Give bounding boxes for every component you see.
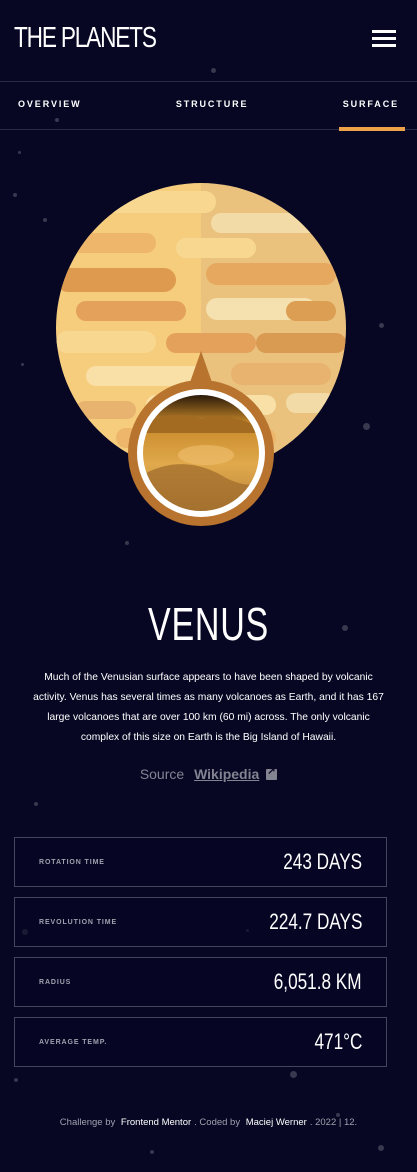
tab-structure[interactable]: STRUCTURE bbox=[176, 82, 249, 130]
stat-revolution-time: REVOLUTION TIME 224.7 DAYS bbox=[14, 897, 387, 947]
source-line: Source Wikipedia bbox=[0, 766, 417, 782]
stat-label: REVOLUTION TIME bbox=[39, 918, 118, 926]
stat-label: AVERAGE TEMP. bbox=[39, 1038, 108, 1046]
venus-planet-image bbox=[56, 183, 346, 526]
footer-prefix: Challenge by bbox=[59, 1117, 116, 1128]
footer-suffix: . 2022 | 12. bbox=[309, 1117, 358, 1128]
stat-label: ROTATION TIME bbox=[39, 858, 105, 866]
stat-rotation-time: ROTATION TIME 243 DAYS bbox=[14, 837, 387, 887]
stat-value: 6,051.8 KM bbox=[274, 969, 362, 994]
stat-value: 243 DAYS bbox=[283, 849, 362, 874]
stat-label: RADIUS bbox=[39, 978, 72, 986]
stat-value: 224.7 DAYS bbox=[268, 909, 362, 934]
hamburger-menu-icon[interactable] bbox=[372, 30, 396, 47]
wikipedia-link[interactable]: Wikipedia bbox=[194, 766, 259, 782]
stat-value: 471°C bbox=[314, 1029, 362, 1054]
site-footer: Challenge by Frontend Mentor. Coded by M… bbox=[0, 1117, 417, 1128]
source-label: Source bbox=[139, 766, 185, 782]
planet-illustration bbox=[0, 131, 417, 571]
planet-description: Much of the Venusian surface appears to … bbox=[33, 672, 384, 743]
planet-stats: ROTATION TIME 243 DAYS REVOLUTION TIME 2… bbox=[14, 837, 387, 1077]
site-logo[interactable]: THE PLANETS bbox=[14, 22, 157, 55]
frontend-mentor-link[interactable]: Frontend Mentor bbox=[121, 1117, 191, 1128]
external-link-icon[interactable] bbox=[266, 766, 278, 780]
site-header: THE PLANETS bbox=[0, 0, 417, 82]
planet-tabs: OVERVIEW STRUCTURE SURFACE bbox=[0, 82, 417, 131]
tab-surface[interactable]: SURFACE bbox=[338, 82, 406, 131]
footer-middle: . Coded by bbox=[194, 1117, 241, 1128]
author-link[interactable]: Maciej Werner bbox=[246, 1117, 307, 1128]
tab-overview[interactable]: OVERVIEW bbox=[18, 82, 82, 130]
planet-name: VENUS bbox=[148, 598, 269, 650]
stat-average-temp: AVERAGE TEMP. 471°C bbox=[14, 1017, 387, 1067]
stat-radius: RADIUS 6,051.8 KM bbox=[14, 957, 387, 1007]
